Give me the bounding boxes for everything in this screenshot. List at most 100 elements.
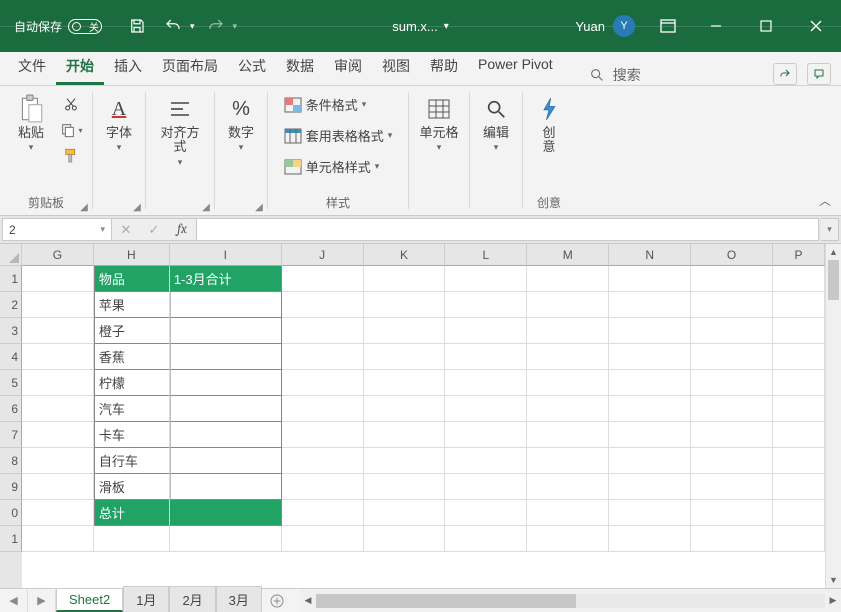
cell[interactable]	[773, 396, 825, 422]
cell[interactable]: 橙子	[94, 318, 170, 344]
cell[interactable]	[282, 396, 364, 422]
cell[interactable]	[364, 500, 446, 526]
row-header[interactable]: 8	[0, 448, 22, 474]
tab-文件[interactable]: 文件	[8, 50, 56, 85]
enter-formula-button[interactable]: ✓	[140, 222, 168, 238]
cell[interactable]	[773, 370, 825, 396]
cell[interactable]	[170, 292, 282, 318]
col-header-P[interactable]: P	[773, 244, 825, 266]
paste-button[interactable]: 粘贴 ▾	[9, 90, 53, 153]
vertical-scrollbar[interactable]: ▲ ▼	[825, 244, 841, 588]
insert-function-button[interactable]: fx	[168, 222, 196, 237]
cell[interactable]	[609, 318, 691, 344]
cell[interactable]	[691, 396, 773, 422]
name-box[interactable]: 2 ▾	[2, 218, 112, 241]
cell[interactable]	[94, 526, 170, 552]
cell[interactable]	[364, 474, 446, 500]
account-button[interactable]: Yuan Y	[565, 0, 645, 52]
minimize-button[interactable]	[691, 0, 741, 52]
cell[interactable]	[773, 526, 825, 552]
window-title[interactable]: sum.x... ▾	[392, 19, 449, 34]
cell[interactable]	[691, 500, 773, 526]
cell[interactable]	[364, 422, 446, 448]
font-launcher[interactable]: ◢	[131, 201, 143, 213]
cell[interactable]	[691, 422, 773, 448]
cell[interactable]	[22, 266, 94, 292]
collapse-ribbon-button[interactable]: ︿	[819, 192, 831, 209]
cell[interactable]	[445, 370, 527, 396]
redo-dropdown-icon[interactable]: ▾	[233, 21, 238, 32]
cell[interactable]	[445, 344, 527, 370]
tab-插入[interactable]: 插入	[104, 50, 152, 85]
maximize-button[interactable]	[741, 0, 791, 52]
cell[interactable]	[609, 448, 691, 474]
close-button[interactable]	[791, 0, 841, 52]
cell[interactable]	[527, 422, 609, 448]
cell[interactable]	[445, 526, 527, 552]
cell[interactable]	[282, 292, 364, 318]
row-header[interactable]: 6	[0, 396, 22, 422]
sheet-nav-next[interactable]: ▶	[28, 589, 56, 612]
tab-视图[interactable]: 视图	[372, 50, 420, 85]
cell[interactable]	[609, 526, 691, 552]
cell[interactable]	[609, 292, 691, 318]
column-headers[interactable]: GHIJKLMNOP	[22, 244, 825, 266]
cell[interactable]: 自行车	[94, 448, 170, 474]
cell[interactable]	[609, 422, 691, 448]
ideas-button[interactable]: 创意	[527, 90, 571, 155]
cell[interactable]	[527, 500, 609, 526]
new-sheet-button[interactable]	[262, 589, 292, 612]
cell[interactable]	[364, 266, 446, 292]
cell[interactable]	[691, 526, 773, 552]
cell[interactable]	[170, 474, 282, 500]
cell[interactable]	[527, 344, 609, 370]
formula-input[interactable]	[197, 218, 819, 241]
cell[interactable]	[22, 448, 94, 474]
cell[interactable]	[170, 396, 282, 422]
cell[interactable]	[691, 344, 773, 370]
cell[interactable]: 物品	[94, 266, 170, 292]
tab-Power Pivot[interactable]: Power Pivot	[468, 50, 563, 85]
cell[interactable]	[282, 474, 364, 500]
number-launcher[interactable]: ◢	[253, 201, 265, 213]
vscroll-thumb[interactable]	[828, 260, 839, 300]
row-header[interactable]: 3	[0, 318, 22, 344]
row-header[interactable]: 5	[0, 370, 22, 396]
cell[interactable]	[527, 448, 609, 474]
col-header-K[interactable]: K	[364, 244, 446, 266]
cell[interactable]: 卡车	[94, 422, 170, 448]
sheet-tab-2月[interactable]: 2月	[169, 586, 215, 612]
cell[interactable]	[170, 318, 282, 344]
cell[interactable]	[170, 422, 282, 448]
cell[interactable]	[445, 500, 527, 526]
cell[interactable]	[445, 292, 527, 318]
format-as-table-button[interactable]: 套用表格格式▾	[284, 126, 393, 145]
col-header-J[interactable]: J	[282, 244, 364, 266]
cell[interactable]	[445, 396, 527, 422]
cell[interactable]	[445, 422, 527, 448]
cell[interactable]	[445, 474, 527, 500]
row-header[interactable]: 9	[0, 474, 22, 500]
col-header-O[interactable]: O	[691, 244, 773, 266]
cell[interactable]: 汽车	[94, 396, 170, 422]
row-headers[interactable]: 12345678901	[0, 266, 22, 588]
row-header[interactable]: 4	[0, 344, 22, 370]
cell[interactable]	[170, 500, 282, 526]
sheet-tab-Sheet2[interactable]: Sheet2	[56, 588, 123, 612]
cell[interactable]	[691, 318, 773, 344]
cell[interactable]	[364, 370, 446, 396]
autosave-toggle[interactable]: 关	[68, 19, 102, 34]
cell[interactable]	[22, 474, 94, 500]
cell[interactable]: 香蕉	[94, 344, 170, 370]
cell[interactable]	[773, 422, 825, 448]
cell[interactable]	[609, 370, 691, 396]
share-button[interactable]	[773, 63, 797, 85]
cell[interactable]	[282, 422, 364, 448]
title-dropdown-icon[interactable]: ▾	[444, 21, 449, 32]
cell[interactable]	[364, 448, 446, 474]
cell[interactable]	[282, 448, 364, 474]
tab-数据[interactable]: 数据	[276, 50, 324, 85]
cell[interactable]	[527, 266, 609, 292]
hscroll-thumb[interactable]	[316, 594, 576, 608]
cell[interactable]	[527, 474, 609, 500]
